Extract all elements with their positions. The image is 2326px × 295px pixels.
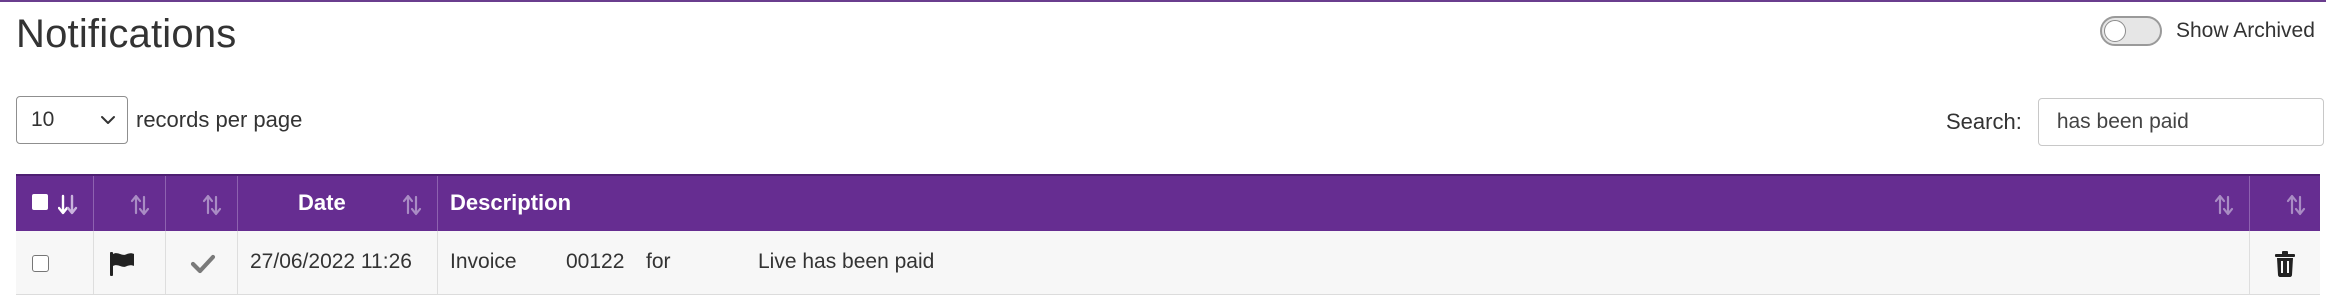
records-per-page-value: 10 <box>31 108 55 131</box>
description-text-for: for <box>646 250 671 273</box>
trash-icon[interactable] <box>2274 251 2296 277</box>
row-status-cell <box>166 231 238 294</box>
description-text-invoice: Invoice <box>450 250 517 273</box>
check-icon[interactable] <box>190 253 216 275</box>
records-per-page-control: 10 records per page <box>16 96 302 144</box>
show-archived-control: Show Archived <box>2100 16 2315 46</box>
row-checkbox[interactable] <box>32 255 49 272</box>
show-archived-label: Show Archived <box>2176 19 2315 42</box>
header-description-column[interactable]: Description <box>438 176 2250 231</box>
row-actions-cell <box>2250 231 2320 294</box>
table-row[interactable]: 27/06/2022 11:26 Invoice 00122 for Live … <box>16 231 2320 295</box>
select-all-checkbox[interactable] <box>32 194 48 210</box>
notification-date: 27/06/2022 11:26 <box>250 250 412 273</box>
search-label: Search: <box>1946 109 2022 134</box>
chevron-down-icon <box>101 116 115 124</box>
date-column-label: Date <box>298 190 346 215</box>
sort-icon <box>2214 194 2234 216</box>
sort-icon <box>202 194 222 216</box>
toggle-knob <box>2104 20 2126 42</box>
sort-icon <box>130 194 150 216</box>
row-select-cell <box>16 231 94 294</box>
description-text-status: Live has been paid <box>758 250 935 273</box>
sort-icon <box>402 194 422 216</box>
flag-icon[interactable] <box>108 251 136 277</box>
records-per-page-label: records per page <box>136 107 303 132</box>
header-actions-column[interactable] <box>2250 176 2320 231</box>
header-flag-column[interactable] <box>94 176 166 231</box>
description-text-invoice-number: 00122 <box>566 250 625 273</box>
table-header-row: Date Description <box>16 174 2320 231</box>
sort-icon <box>2286 194 2306 216</box>
records-per-page-select[interactable]: 10 <box>16 96 128 144</box>
notifications-table: Date Description 27/06/2022 11:26 Invoic… <box>16 174 2320 295</box>
description-column-label: Description <box>450 190 572 215</box>
top-border <box>0 0 2326 2</box>
row-flag-cell <box>94 231 166 294</box>
header-date-column[interactable]: Date <box>238 176 438 231</box>
sort-desc-icon[interactable] <box>58 194 78 216</box>
header-status-column[interactable] <box>166 176 238 231</box>
page-title: Notifications <box>16 12 237 56</box>
search-input[interactable] <box>2037 98 2324 146</box>
header-select-column <box>16 176 94 231</box>
row-date-cell: 27/06/2022 11:26 <box>238 231 438 294</box>
row-description-cell: Invoice 00122 for Live has been paid <box>438 231 2250 294</box>
search-control: Search: <box>1946 98 2324 146</box>
show-archived-toggle[interactable] <box>2100 16 2162 46</box>
